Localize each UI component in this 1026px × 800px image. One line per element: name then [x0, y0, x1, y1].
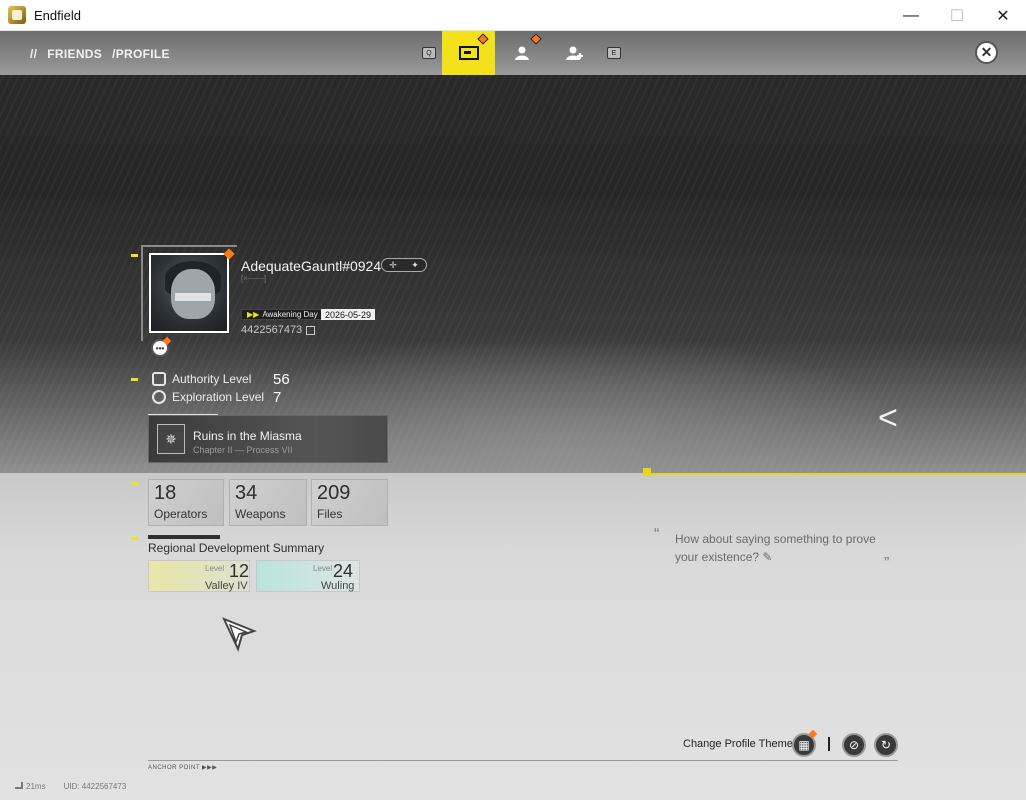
app-logo-icon — [8, 6, 26, 24]
tab-bar: Q E — [416, 31, 627, 75]
window-title: Endfield — [34, 7, 81, 23]
awakening-day-tag: ▶▶ Awakening Day — [241, 309, 324, 320]
accent-line — [646, 473, 1026, 475]
change-theme-label: Change Profile Theme — [683, 738, 793, 750]
tab-add-friend[interactable] — [548, 31, 601, 75]
stat-weapons[interactable]: 34 Weapons — [229, 479, 307, 526]
eye-off-icon: ⊘ — [848, 738, 860, 752]
stat-operators[interactable]: 18 Operators — [148, 479, 224, 526]
name-edit-pill[interactable]: ✛ ✦ — [381, 258, 427, 272]
authority-label: Authority Level — [172, 372, 252, 386]
mission-card[interactable]: ✵ Ruins in the Miasma Chapter II — Proce… — [148, 415, 388, 463]
awakening-date: 2026-05-29 — [321, 309, 376, 320]
exploration-level-row: Exploration Level 7 — [152, 389, 281, 406]
signature-text[interactable]: How about saying something to prove your… — [675, 530, 895, 566]
copy-icon[interactable] — [306, 325, 316, 335]
key-hint-e: E — [607, 47, 621, 59]
mouse-cursor-icon — [222, 617, 257, 652]
refresh-icon: ↻ — [880, 738, 892, 752]
window-titlebar: Endfield — ☐ ✕ — [0, 0, 1026, 31]
name-subtitle: [×——] — [241, 274, 267, 283]
tab-friends[interactable] — [495, 31, 548, 75]
refresh-button[interactable]: ↻ — [874, 733, 898, 757]
id-card-icon — [458, 46, 479, 60]
region-level-label: Level — [313, 564, 333, 573]
exploration-icon — [152, 390, 166, 404]
game-viewport: // FRIENDS /PROFILE Q E ✕ ••• AdequateGa… — [0, 31, 1026, 800]
region-wuling[interactable]: Level 24 Wuling — [256, 560, 360, 592]
section-marker — [131, 482, 138, 485]
key-hint-q: Q — [422, 47, 436, 59]
authority-level-row: Authority Level 56 — [152, 371, 290, 388]
add-person-icon — [565, 46, 583, 60]
authority-icon — [152, 372, 166, 386]
hide-button[interactable]: ⊘ — [842, 733, 866, 757]
sparkle-icon: ✦ — [411, 259, 419, 270]
region-level-label: Level — [205, 564, 225, 573]
breadcrumb: // FRIENDS /PROFILE — [30, 47, 170, 61]
stat-files[interactable]: 209 Files — [311, 479, 388, 526]
window-close-button[interactable]: ✕ — [980, 0, 1026, 31]
crosshair-icon: ✛ — [389, 259, 397, 270]
close-profile-button[interactable]: ✕ — [975, 41, 998, 64]
tab-friends-notify-dot — [530, 33, 542, 45]
authority-value: 56 — [273, 370, 290, 388]
stat-value: 34 — [235, 482, 258, 504]
window-controls: — ☐ ✕ — [888, 0, 1026, 31]
uid-line: 4422567473 — [241, 324, 316, 336]
stat-label: Files — [317, 507, 343, 521]
exploration-label: Exploration Level — [172, 390, 265, 404]
status-uid: UID: 4422567473 — [63, 782, 127, 791]
username: AdequateGauntl#0924 — [241, 258, 382, 274]
avatar[interactable] — [149, 253, 229, 333]
breadcrumb-profile: /PROFILE — [112, 47, 170, 61]
section-marker — [131, 378, 138, 381]
person-icon — [514, 46, 529, 60]
maximize-button[interactable]: ☐ — [934, 0, 980, 31]
exploration-value: 7 — [273, 388, 282, 406]
quote-open-mark: “ — [654, 526, 660, 543]
footer-divider — [148, 760, 898, 761]
section-marker — [131, 254, 138, 257]
section-marker — [131, 537, 138, 540]
accent-node — [643, 468, 651, 476]
ping-indicator: 21ms — [15, 782, 46, 791]
awakening-label: Awakening Day — [262, 310, 318, 319]
divider — [828, 737, 830, 751]
stat-value: 209 — [317, 482, 351, 504]
region-name: Valley IV — [205, 580, 248, 592]
signal-icon — [15, 782, 23, 789]
breadcrumb-friends[interactable]: FRIENDS — [47, 47, 102, 61]
anchor-point-label: ANCHOR POINT ▶▶▶ — [148, 765, 218, 771]
stat-label: Weapons — [235, 507, 286, 521]
ping-value: 21ms — [26, 782, 46, 791]
theme-icon: ▦ — [798, 738, 810, 752]
region-level-value: 12 — [229, 561, 250, 581]
region-title-bar — [148, 535, 220, 539]
region-level-value: 24 — [333, 561, 354, 581]
region-summary-title: Regional Development Summary — [148, 541, 325, 555]
breadcrumb-prefix: // — [30, 47, 38, 61]
mission-subtitle: Chapter II — Process VII — [193, 445, 293, 455]
quote-close-mark: ” — [884, 555, 890, 572]
uid-value: 4422567473 — [241, 324, 303, 336]
region-name: Wuling — [321, 580, 355, 592]
tab-notify-dot — [477, 33, 489, 45]
fast-forward-icon: ▶▶ — [247, 310, 260, 319]
region-valley-iv[interactable]: Level 12 Valley IV — [148, 560, 250, 592]
avatar-visor — [175, 293, 211, 301]
mission-emblem-icon: ✵ — [157, 424, 185, 454]
next-page-chevron-icon[interactable]: < — [878, 399, 898, 438]
stat-value: 18 — [154, 482, 177, 504]
minimize-button[interactable]: — — [888, 0, 934, 31]
tab-profile-card[interactable] — [442, 31, 495, 75]
mission-title: Ruins in the Miasma — [193, 429, 302, 443]
stat-label: Operators — [154, 507, 208, 521]
status-bar: 21ms UID: 4422567473 — [15, 782, 126, 791]
